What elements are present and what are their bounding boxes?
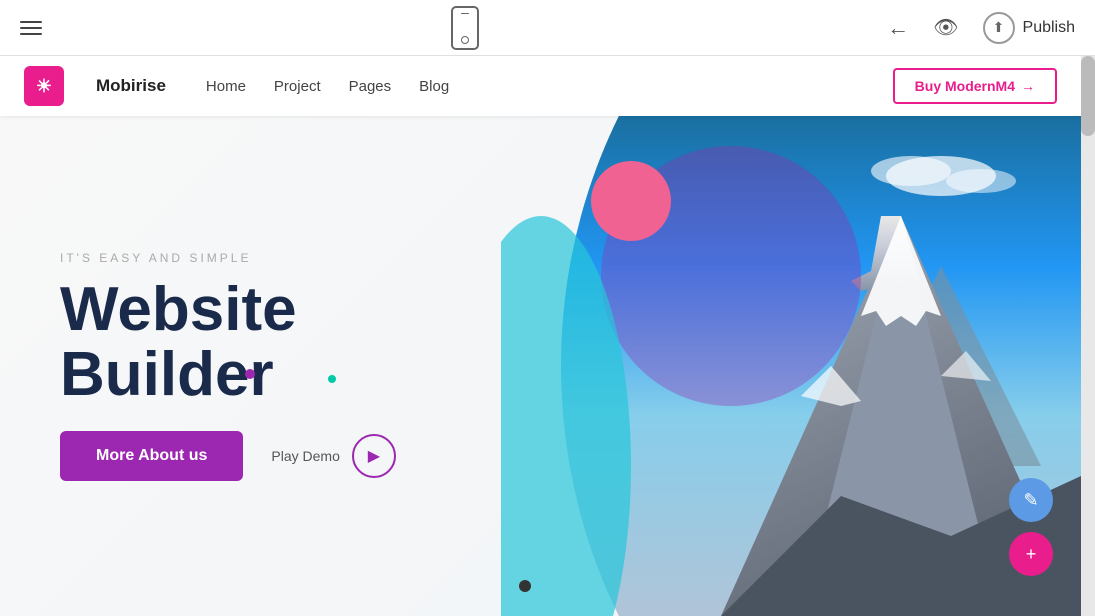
nav-link-project[interactable]: Project bbox=[274, 78, 321, 95]
publish-button[interactable]: ⬆ Publish bbox=[983, 12, 1075, 44]
hero-title-line1: Website bbox=[60, 277, 396, 342]
publish-label: Publish bbox=[1023, 19, 1075, 37]
toolbar: ← 👁 ⬆ Publish bbox=[0, 0, 1095, 56]
pink-circle-decoration bbox=[591, 161, 671, 241]
play-demo-container[interactable]: Play Demo ▶ bbox=[271, 434, 395, 478]
logo-icon: ☀ bbox=[36, 76, 52, 97]
hero-subtitle: IT'S EASY AND SIMPLE bbox=[60, 251, 396, 265]
back-icon[interactable]: ← bbox=[887, 15, 909, 41]
hero-title-line2-wrapper: Builder bbox=[60, 342, 396, 407]
toolbar-left bbox=[20, 21, 42, 35]
buy-button-label: Buy ModernM4 bbox=[915, 78, 1015, 94]
buy-button-arrow: → bbox=[1021, 78, 1035, 94]
scrollbar-track bbox=[1081, 56, 1095, 616]
hero-section: IT'S EASY AND SIMPLE Website Builder Mor… bbox=[0, 116, 1081, 616]
carousel-dot-indicator[interactable] bbox=[519, 580, 531, 592]
main-area: ☀ Mobirise Home Project Pages Blog Buy M… bbox=[0, 56, 1095, 616]
play-demo-icon[interactable]: ▶ bbox=[352, 434, 396, 478]
add-fab-icon: + bbox=[1026, 544, 1037, 565]
more-about-us-button[interactable]: More About us bbox=[60, 431, 243, 481]
toolbar-right: ← 👁 ⬆ Publish bbox=[887, 12, 1075, 44]
menu-icon[interactable] bbox=[20, 21, 42, 35]
site-nav-links: Home Project Pages Blog bbox=[206, 78, 861, 95]
hero-title-line2: Builder bbox=[60, 340, 274, 409]
edit-fab-button[interactable]: ✎ bbox=[1009, 478, 1053, 522]
site-brand-name: Mobirise bbox=[96, 76, 166, 96]
hero-title: Website Builder bbox=[60, 277, 396, 407]
edit-fab-icon: ✎ bbox=[1023, 490, 1038, 511]
play-demo-label: Play Demo bbox=[271, 448, 339, 464]
hero-content: IT'S EASY AND SIMPLE Website Builder Mor… bbox=[60, 251, 396, 481]
nav-link-blog[interactable]: Blog bbox=[419, 78, 449, 95]
hero-visual bbox=[501, 116, 1081, 616]
preview-eye-icon[interactable]: 👁 bbox=[933, 15, 958, 40]
hero-actions: More About us Play Demo ▶ bbox=[60, 431, 396, 481]
buy-modernm4-button[interactable]: Buy ModernM4 → bbox=[893, 68, 1057, 104]
site-navbar: ☀ Mobirise Home Project Pages Blog Buy M… bbox=[0, 56, 1081, 116]
preview-area: ☀ Mobirise Home Project Pages Blog Buy M… bbox=[0, 56, 1081, 616]
add-fab-button[interactable]: + bbox=[1009, 532, 1053, 576]
nav-link-home[interactable]: Home bbox=[206, 78, 246, 95]
site-logo: ☀ bbox=[24, 66, 64, 106]
fab-container: ✎ + bbox=[1009, 478, 1053, 576]
publish-upload-icon: ⬆ bbox=[983, 12, 1015, 44]
mobile-device-icon[interactable] bbox=[451, 6, 479, 50]
scrollbar-thumb[interactable] bbox=[1081, 56, 1095, 136]
dot-green-decoration bbox=[328, 375, 336, 383]
toolbar-center bbox=[451, 6, 479, 50]
nav-link-pages[interactable]: Pages bbox=[349, 78, 392, 95]
